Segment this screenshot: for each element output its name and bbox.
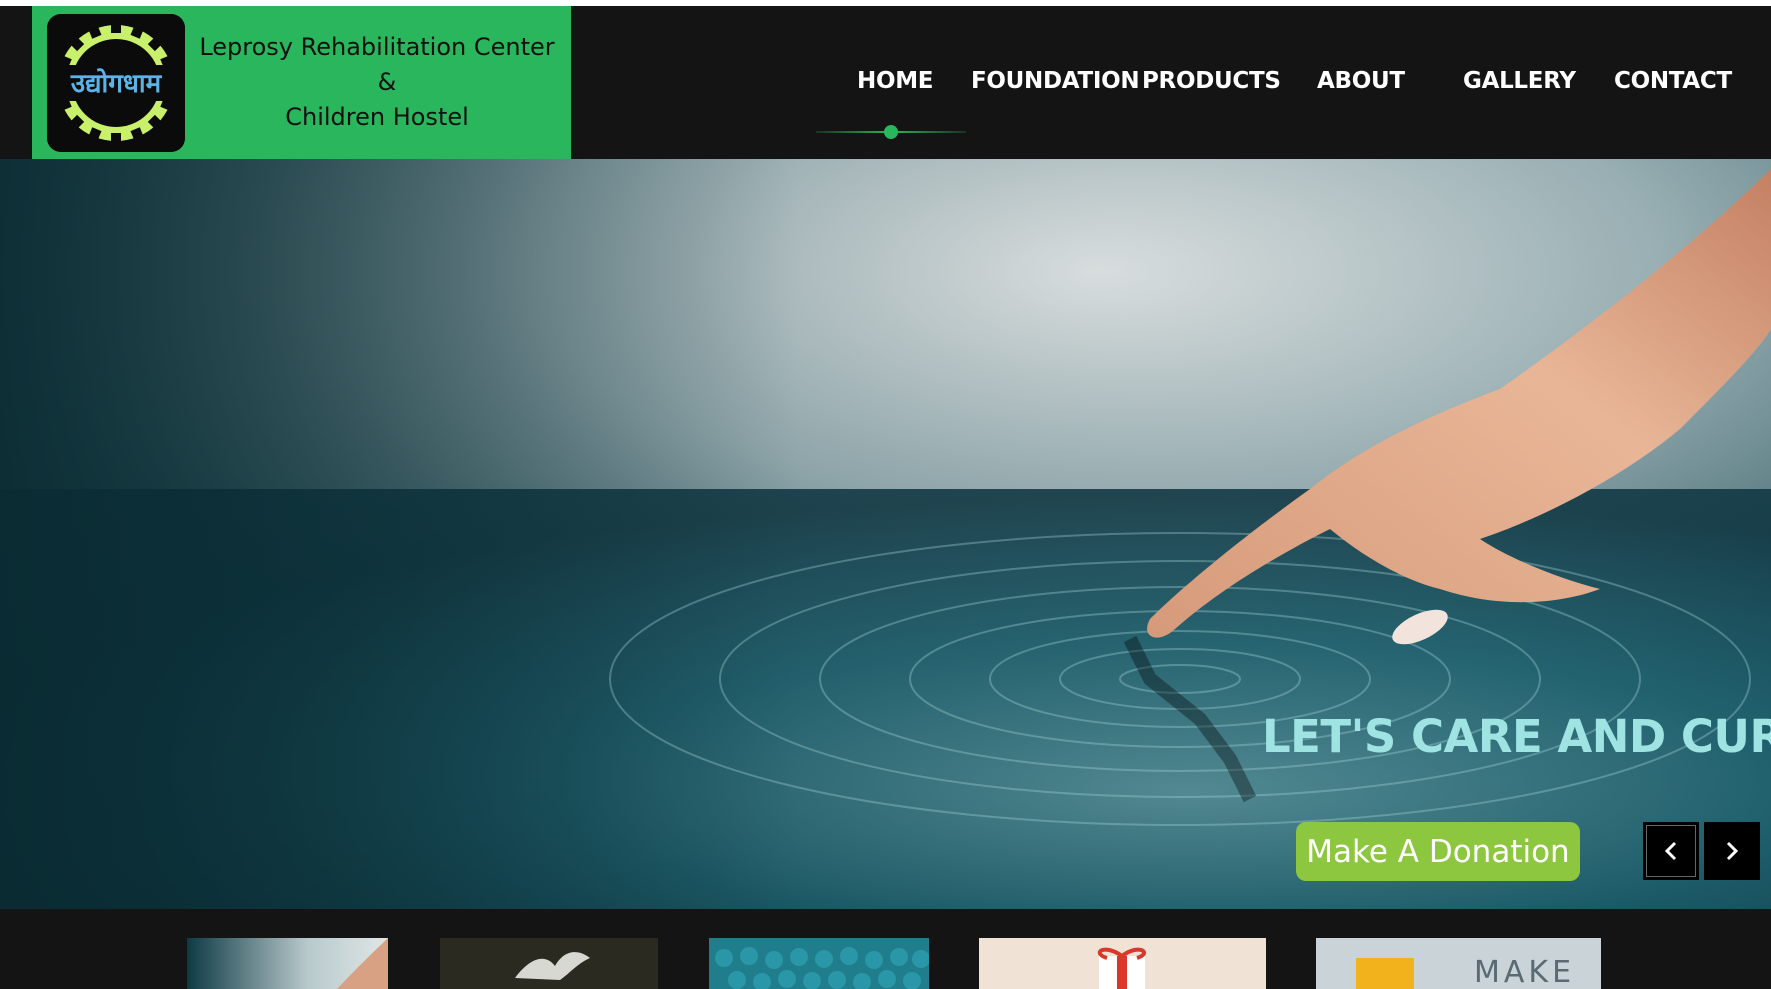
logo-icon[interactable]: उद्योगधाम	[47, 14, 185, 152]
thumbnail-water-touch[interactable]	[187, 938, 388, 989]
brand-block[interactable]: उद्योगधाम Leprosy Rehabilitation Center …	[32, 6, 571, 159]
nav-products[interactable]: PRODUCTS	[1142, 68, 1281, 94]
nav-gallery[interactable]: GALLERY	[1463, 68, 1576, 94]
nav-foundation[interactable]: FOUNDATION	[971, 68, 1140, 94]
brand-line-1: Leprosy Rehabilitation Center	[199, 33, 555, 61]
chevron-left-icon	[1664, 841, 1677, 861]
thumbnail-crowd[interactable]	[709, 938, 929, 989]
thumbnail-strip: MAKE	[0, 909, 1771, 989]
thumbnail-make-text: MAKE	[1474, 955, 1575, 989]
nav-contact[interactable]: CONTACT	[1614, 68, 1732, 94]
thumbnail-gift[interactable]	[979, 938, 1266, 989]
active-nav-indicator	[816, 125, 966, 139]
brand-line-2: &	[377, 68, 397, 96]
logo-text: उद्योगधाम	[70, 68, 163, 99]
donate-button[interactable]: Make A Donation	[1296, 822, 1580, 881]
nav-about[interactable]: ABOUT	[1317, 68, 1405, 94]
hero-image	[0, 159, 1771, 909]
slider-prev-button[interactable]	[1643, 822, 1699, 880]
hero-slider: LET'S CARE AND CURE	[0, 159, 1771, 909]
brand-line-3: Children Hostel	[285, 103, 469, 131]
chevron-right-icon	[1726, 841, 1739, 861]
nav-home[interactable]: HOME	[857, 68, 934, 94]
hero-tagline: LET'S CARE AND CURE	[1262, 710, 1771, 763]
thumbnail-dove[interactable]	[440, 938, 658, 989]
thumbnail-make-sign[interactable]: MAKE	[1316, 938, 1601, 989]
brand-title: Leprosy Rehabilitation Center & Children…	[192, 30, 562, 135]
site-header: उद्योगधाम Leprosy Rehabilitation Center …	[0, 6, 1771, 159]
slider-next-button[interactable]	[1704, 822, 1760, 880]
